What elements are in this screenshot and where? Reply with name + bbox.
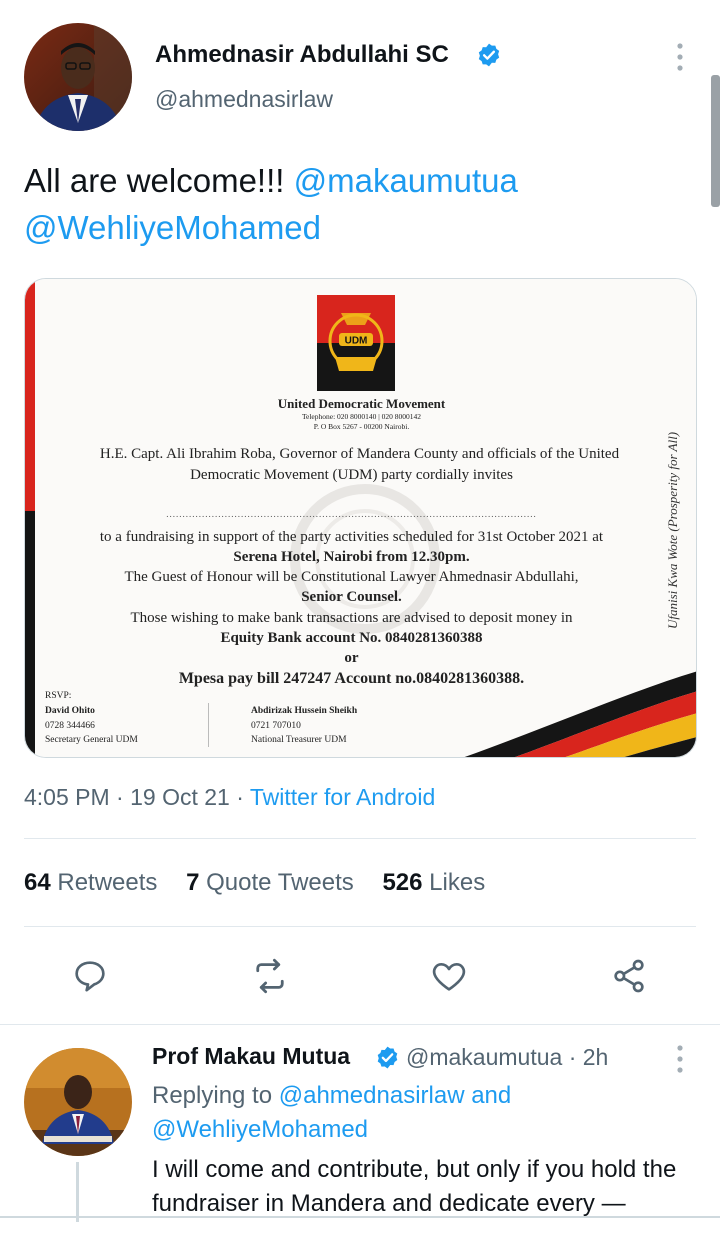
author-handle[interactable]: @ahmednasirlaw: [155, 86, 333, 113]
doc-line: Those wishing to make bank transactions …: [130, 610, 573, 626]
more-vertical-icon[interactable]: [666, 40, 694, 74]
retweet-icon: [256, 958, 284, 994]
tweet-text: All are welcome!!! @makaumutua @WehliyeM…: [24, 157, 704, 251]
separator-dot: ·: [236, 784, 244, 810]
reply-author-avatar[interactable]: [24, 1048, 132, 1156]
share-icon: [614, 959, 644, 993]
doc-line: Senior Counsel.: [301, 589, 402, 605]
retweets-stat[interactable]: 64 Retweets: [24, 869, 157, 896]
doc-line: Democratic Movement (UDM) party cordiall…: [190, 467, 513, 483]
rsvp-contact-role: Secretary General UDM: [45, 735, 138, 745]
more-vertical-icon[interactable]: [666, 1042, 694, 1076]
flag-swoosh: [464, 671, 696, 757]
tweet-text-lead: All are welcome!!!: [24, 162, 285, 199]
divider: [0, 1216, 720, 1218]
doc-line: Serena Hotel, Nairobi from 12.30pm.: [233, 549, 470, 565]
engagement-stats: 64 Retweets 7 Quote Tweets 526 Likes: [24, 869, 507, 897]
tweet-timestamp[interactable]: 4:05 PM · 19 Oct 21 · Twitter for Androi…: [24, 784, 435, 811]
rsvp-contact-role: National Treasurer UDM: [251, 735, 347, 745]
mention-link[interactable]: @WehliyeMohamed: [152, 1116, 368, 1143]
like-icon: [432, 963, 466, 991]
likes-count: 526: [382, 869, 423, 896]
quote-tweets-label: Quote Tweets: [206, 869, 354, 896]
reply-icon: [75, 961, 105, 992]
tweet-time: 4:05 PM: [24, 784, 110, 810]
reply-author-name[interactable]: Prof Makau Mutua: [152, 1043, 350, 1070]
retweet-button[interactable]: [248, 952, 292, 1000]
likes-stat[interactable]: 526 Likes: [382, 869, 485, 896]
verified-badge-icon: [377, 1046, 398, 1069]
tweet-image[interactable]: UDM United Democratic Movement Telephone…: [24, 278, 697, 758]
reply-age[interactable]: 2h: [583, 1044, 609, 1070]
replying-prefix: Replying to: [152, 1082, 273, 1109]
doc-contacts: Telephone: 020 8000140 | 020 8000142: [301, 412, 422, 421]
author-name[interactable]: Ahmednasir Abdullahi SC: [155, 41, 449, 69]
party-slogan: Ufanisi Kwa Wote (Prosperity for All): [665, 432, 680, 629]
reply-button[interactable]: [68, 952, 112, 1000]
tweet-actions: [0, 952, 720, 1002]
like-button[interactable]: [427, 952, 471, 1000]
divider: [0, 1024, 720, 1025]
udm-logo: UDM: [317, 295, 395, 391]
likes-label: Likes: [429, 869, 486, 896]
mention-link[interactable]: @WehliyeMohamed: [24, 209, 321, 246]
svg-text:Ufanisi Kwa Wote (Prosperity f: Ufanisi Kwa Wote (Prosperity for All): [665, 432, 680, 629]
rsvp-contact-name: Abdirizak Hussein Sheikh: [251, 706, 358, 716]
replying-and: and: [471, 1082, 512, 1109]
divider: [24, 838, 696, 839]
separator-dot: ·: [116, 784, 124, 810]
rsvp-contact-phone: 0728 344466: [45, 721, 95, 731]
doc-line: to a fundraising in support of the party…: [99, 529, 604, 545]
doc-dots: ........................................…: [166, 509, 537, 519]
thread-line: [76, 1162, 79, 1222]
verified-badge-icon: [478, 43, 500, 67]
tweet-source-link[interactable]: Twitter for Android: [250, 784, 435, 810]
reply-author-handle[interactable]: @makaumutua: [406, 1044, 562, 1070]
doc-line: H.E. Capt. Ali Ibrahim Roba, Governor of…: [99, 446, 620, 462]
share-button[interactable]: [607, 952, 651, 1000]
mention-link[interactable]: @makaumutua: [294, 162, 518, 199]
tweet-date: 19 Oct 21: [130, 784, 230, 810]
replying-to: Replying to @ahmednasirlaw and @WehliyeM…: [152, 1079, 692, 1147]
separator-dot: ·: [568, 1044, 577, 1070]
quote-tweets-stat[interactable]: 7 Quote Tweets: [186, 869, 354, 896]
logo-text: UDM: [345, 336, 368, 347]
reply-meta: @makaumutua · 2h: [406, 1044, 608, 1071]
doc-pobox: P. O Box 5267 - 00200 Nairobi.: [313, 422, 410, 431]
rsvp-label: RSVP:: [45, 691, 72, 701]
mention-link[interactable]: @ahmednasirlaw: [279, 1082, 465, 1109]
reply-text: I will come and contribute, but only if …: [152, 1156, 677, 1217]
divider: [24, 926, 696, 927]
doc-org: United Democratic Movement: [277, 396, 446, 411]
quote-tweets-count: 7: [186, 869, 200, 896]
rsvp-contact-phone: 0721 707010: [251, 721, 301, 731]
retweets-count: 64: [24, 869, 51, 896]
author-avatar[interactable]: [24, 23, 132, 131]
scrollbar[interactable]: [711, 75, 720, 207]
retweets-label: Retweets: [57, 869, 158, 896]
doc-line: Equity Bank account No. 0840281360388: [220, 630, 483, 646]
doc-line: The Guest of Honour will be Constitution…: [124, 569, 579, 585]
rsvp-contact-name: David Ohito: [45, 706, 95, 716]
